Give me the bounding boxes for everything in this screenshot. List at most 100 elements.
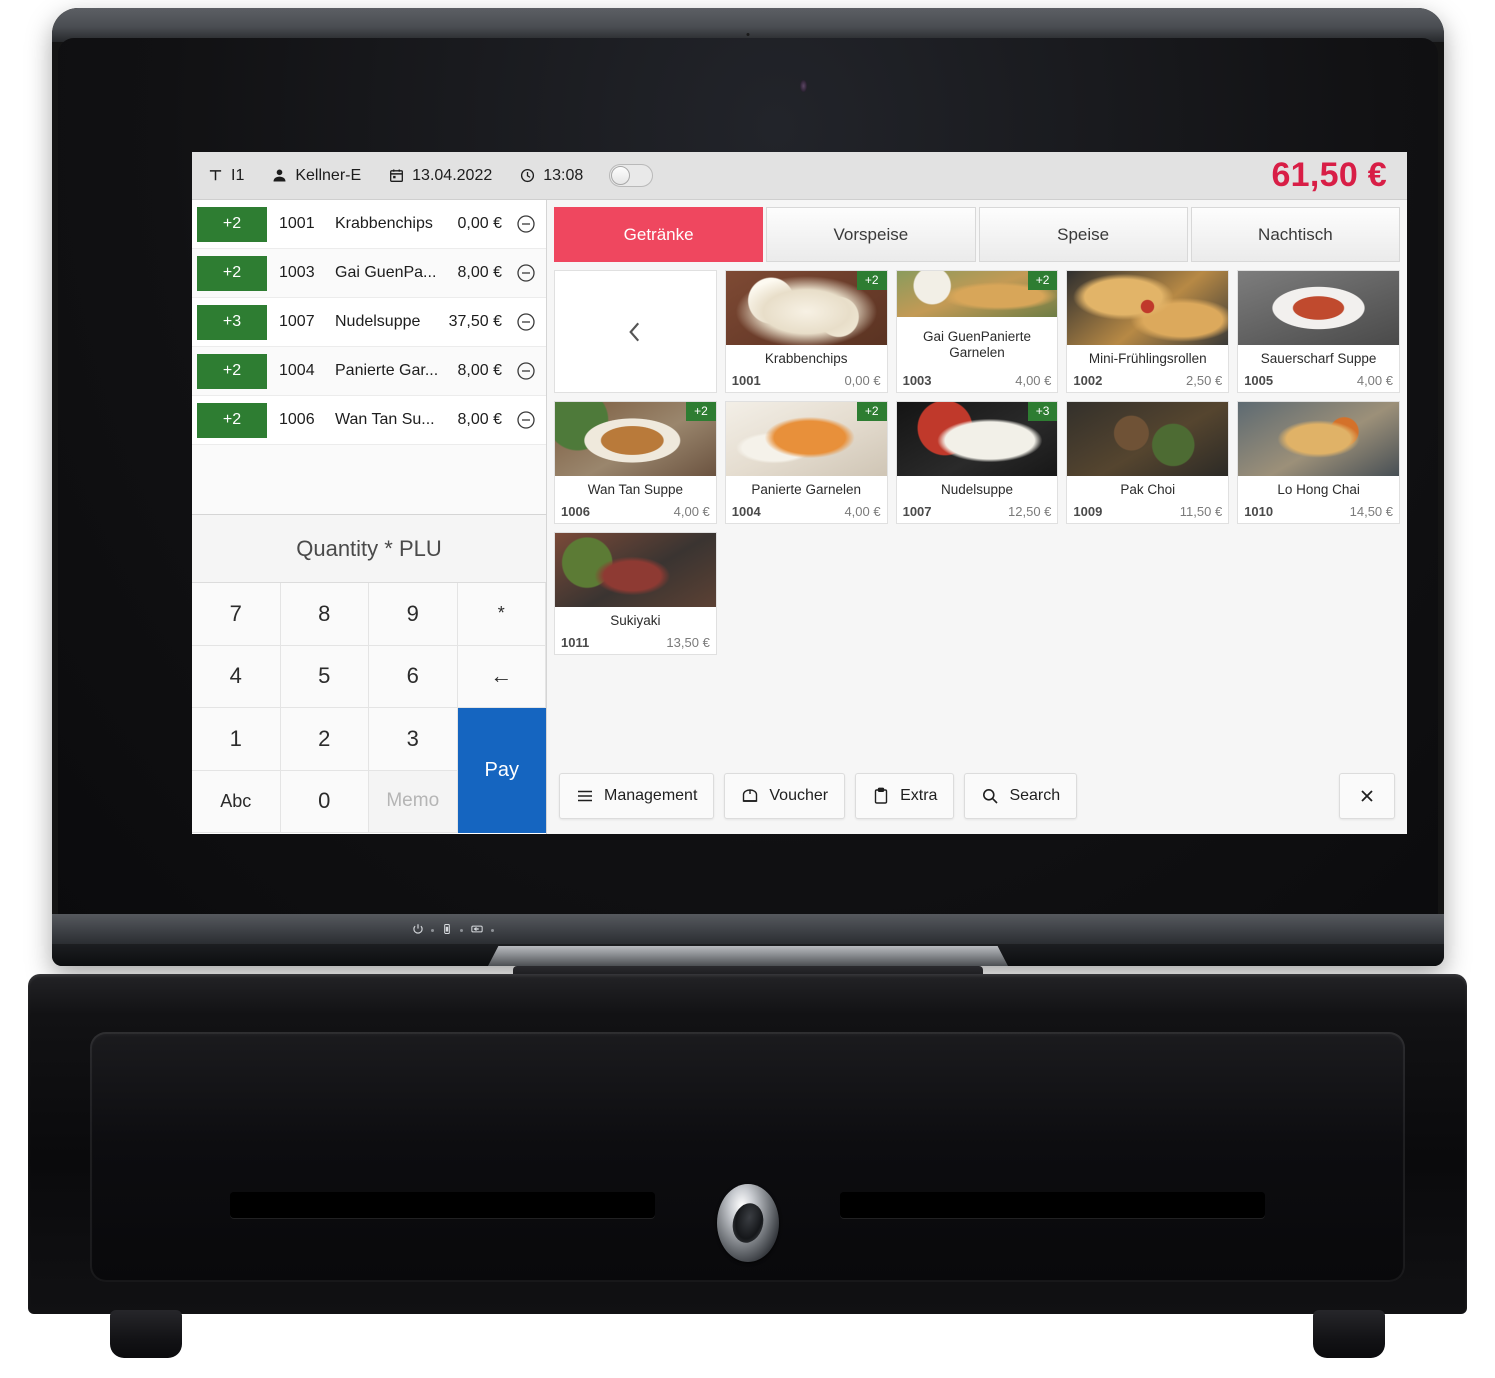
tab-nachtisch[interactable]: Nachtisch (1190, 207, 1400, 262)
pay-button[interactable]: Pay (457, 708, 546, 833)
key-6[interactable]: 6 (369, 645, 458, 708)
quantity-badge[interactable]: +2 (197, 255, 267, 291)
product-badge: +2 (856, 402, 887, 422)
order-price: 0,00 € (457, 215, 502, 232)
product-name: Panierte Garnelen (751, 481, 861, 497)
product-tile[interactable]: +2 Wan Tan Suppe 1006 4,00 € (554, 401, 717, 524)
cash-drawer[interactable] (14, 966, 1481, 1358)
order-list: +2 1001 Krabbenchips 0,00 € +2 1003 Gai … (192, 200, 546, 515)
date-label: 13.04.2022 (412, 166, 493, 184)
product-tile[interactable]: +2 Panierte Garnelen 1004 4,00 € (724, 401, 888, 524)
management-label: Management (604, 787, 698, 804)
clipboard-icon (872, 787, 890, 805)
extra-button[interactable]: Extra (855, 773, 955, 819)
order-plu: 1001 (279, 215, 315, 232)
drawer-front-panel[interactable] (90, 1032, 1405, 1282)
quantity-badge[interactable]: +2 (197, 402, 267, 438)
chevron-left-icon (622, 319, 648, 345)
product-image: +2 (725, 271, 887, 345)
product-tile[interactable]: Pak Choi 1009 11,50 € (1066, 401, 1230, 524)
product-tile[interactable]: +3 Nudelsuppe 1007 12,50 € (895, 401, 1059, 524)
minus-circle-icon[interactable] (516, 361, 536, 381)
power-icon[interactable] (412, 923, 424, 938)
key-7[interactable]: 7 (192, 583, 281, 646)
product-name: Pak Choi (1120, 481, 1176, 497)
search-button[interactable]: Search (964, 773, 1078, 819)
voucher-label: Voucher (769, 787, 829, 804)
drawer-body (28, 974, 1467, 1314)
drawer-handle-left[interactable] (230, 1192, 655, 1218)
product-tile[interactable]: Mini-Frühlingsrollen 1002 2,50 € (1066, 270, 1230, 393)
key-4[interactable]: 4 (192, 645, 281, 708)
quantity-badge[interactable]: +3 (197, 304, 267, 340)
key-3[interactable]: 3 (369, 708, 458, 771)
tab-vorspeise[interactable]: Vorspeise (766, 207, 976, 262)
minus-circle-icon[interactable] (516, 263, 536, 283)
key-backspace[interactable]: ← (457, 645, 546, 708)
prev-page-button[interactable] (554, 270, 717, 393)
product-name: Sauerscharf Suppe (1260, 350, 1377, 366)
hardware-indicator-row (412, 923, 494, 938)
table-row[interactable]: +2 1001 Krabbenchips 0,00 € (192, 200, 546, 249)
key-multiply[interactable]: * (457, 583, 546, 646)
order-pane: +2 1001 Krabbenchips 0,00 € +2 1003 Gai … (192, 200, 547, 834)
product-badge: +2 (1027, 271, 1058, 291)
key-0[interactable]: 0 (280, 770, 369, 833)
table-indicator[interactable]: I1 (206, 167, 244, 185)
product-name: Sukiyaki (610, 612, 661, 628)
table-row[interactable]: +3 1007 Nudelsuppe 37,50 € (192, 298, 546, 347)
product-tile[interactable]: +2 Krabbenchips 1001 0,00 € (724, 270, 888, 393)
minus-circle-icon[interactable] (516, 410, 536, 430)
calendar-icon (387, 167, 405, 185)
user-icon (270, 167, 288, 185)
product-pane: Getränke Vorspeise Speise Nachtisch +2 K… (547, 200, 1407, 834)
voucher-button[interactable]: Voucher (724, 773, 846, 819)
app-body: +2 1001 Krabbenchips 0,00 € +2 1003 Gai … (192, 200, 1407, 834)
key-1[interactable]: 1 (192, 708, 281, 771)
time-indicator[interactable]: 13:08 (518, 167, 583, 185)
product-footer: 1001 0,00 € (726, 372, 887, 392)
table-row[interactable]: +2 1004 Panierte Gar... 8,00 € (192, 347, 546, 396)
date-indicator[interactable]: 13.04.2022 (387, 167, 492, 185)
management-button[interactable]: Management (559, 773, 715, 819)
key-abc[interactable]: Abc (192, 770, 281, 833)
drawer-lock-icon[interactable] (716, 1184, 779, 1262)
key-2[interactable]: 2 (280, 708, 369, 771)
key-8[interactable]: 8 (280, 583, 369, 646)
order-name: Gai GuenPa... (335, 264, 437, 281)
product-tile[interactable]: Lo Hong Chai 1010 14,50 € (1237, 401, 1400, 524)
table-row[interactable]: +2 1003 Gai GuenPa... 8,00 € (192, 249, 546, 298)
drawer-foot-left (110, 1310, 182, 1358)
key-memo[interactable]: Memo (369, 770, 458, 833)
close-button[interactable] (1339, 773, 1395, 819)
order-name: Nudelsuppe (335, 313, 421, 330)
quantity-badge[interactable]: +2 (197, 353, 267, 389)
product-plu: 1004 (731, 504, 761, 519)
key-9[interactable]: 9 (369, 583, 458, 646)
product-name: Nudelsuppe (940, 481, 1014, 497)
minus-circle-icon[interactable] (516, 312, 536, 332)
product-footer: 1010 14,50 € (1238, 503, 1399, 523)
mode-toggle[interactable] (609, 164, 654, 187)
display-led (491, 929, 494, 932)
hamburger-icon (576, 787, 594, 805)
product-tile[interactable]: Sukiyaki 1011 13,50 € (554, 532, 717, 655)
drawer-foot-right (1313, 1310, 1385, 1358)
product-plu: 1002 (1073, 373, 1103, 388)
product-image (1238, 402, 1399, 476)
monitor-housing: I1 Kellner-E 13.04.2022 13:08 61,50 € +2… (52, 8, 1444, 966)
product-plu: 1005 (1244, 373, 1274, 388)
product-tile[interactable]: Sauerscharf Suppe 1005 4,00 € (1237, 270, 1400, 393)
tab-speise[interactable]: Speise (978, 207, 1188, 262)
quantity-badge[interactable]: +2 (197, 206, 267, 242)
product-image: +2 (896, 271, 1058, 317)
product-image (555, 533, 716, 607)
tab-getraenke[interactable]: Getränke (554, 207, 764, 262)
table-row[interactable]: +2 1006 Wan Tan Su... 8,00 € (192, 396, 546, 445)
minus-circle-icon[interactable] (516, 214, 536, 234)
user-indicator[interactable]: Kellner-E (270, 167, 361, 185)
order-price: 8,00 € (457, 362, 502, 379)
product-tile[interactable]: +2 Gai GuenPanierte Garnelen 1003 4,00 € (895, 270, 1059, 393)
drawer-handle-right[interactable] (840, 1192, 1265, 1218)
key-5[interactable]: 5 (280, 645, 369, 708)
